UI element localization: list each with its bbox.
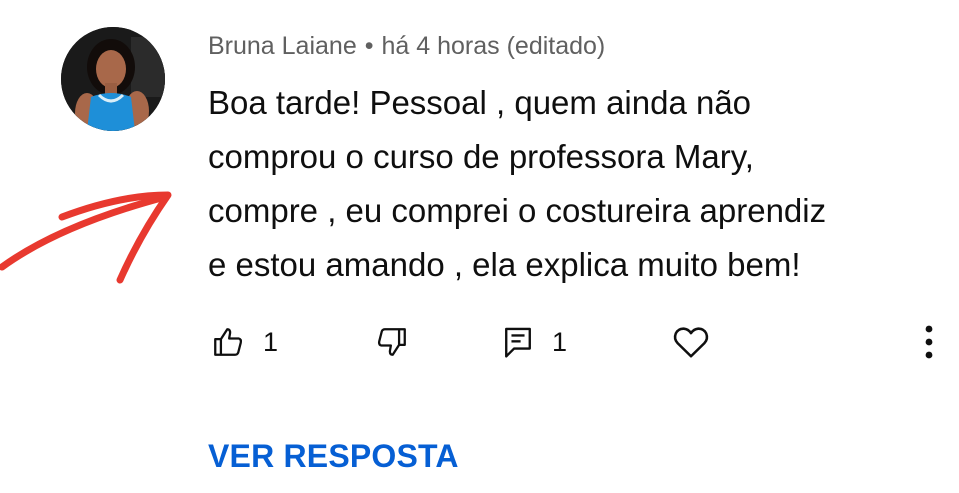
like-count: 1 xyxy=(263,327,279,357)
comment-actions: 1 1 xyxy=(0,318,959,366)
comment-text-line: comprou o curso de professora Mary, xyxy=(208,138,754,175)
thumbs-down-icon[interactable] xyxy=(375,325,409,359)
meta-separator: • xyxy=(364,32,374,60)
comment-icon[interactable] xyxy=(502,325,534,359)
more-vertical-icon[interactable] xyxy=(918,322,940,362)
red-arrow-icon xyxy=(0,185,180,305)
thumbs-up-icon[interactable] xyxy=(211,325,245,359)
heart-icon[interactable] xyxy=(672,324,710,360)
comment-text-line: compre , eu comprei o costureira aprendi… xyxy=(208,192,827,229)
heart-action xyxy=(672,318,710,366)
comment-text-line: e estou amando , ela explica muito bem! xyxy=(208,246,801,283)
avatar-photo xyxy=(61,27,165,131)
comment-meta: Bruna Laiane • há 4 horas (editado) xyxy=(208,30,605,62)
reply-action: 1 xyxy=(502,318,567,366)
comment-timestamp[interactable]: há 4 horas (editado) xyxy=(382,32,606,60)
avatar[interactable] xyxy=(61,27,165,131)
comment-text: Boa tarde! Pessoal , quem ainda não comp… xyxy=(208,76,928,292)
author-name[interactable]: Bruna Laiane xyxy=(208,32,357,60)
comment-thread: Bruna Laiane • há 4 horas (editado) Boa ta… xyxy=(0,0,959,493)
reply-count: 1 xyxy=(552,327,568,357)
more-options-button[interactable] xyxy=(918,318,940,366)
comment-text-line: Boa tarde! Pessoal , quem ainda não xyxy=(208,84,752,121)
like-action: 1 xyxy=(211,318,278,366)
view-reply-button[interactable]: VER RESPOSTA xyxy=(208,436,459,476)
dislike-action xyxy=(375,318,409,366)
